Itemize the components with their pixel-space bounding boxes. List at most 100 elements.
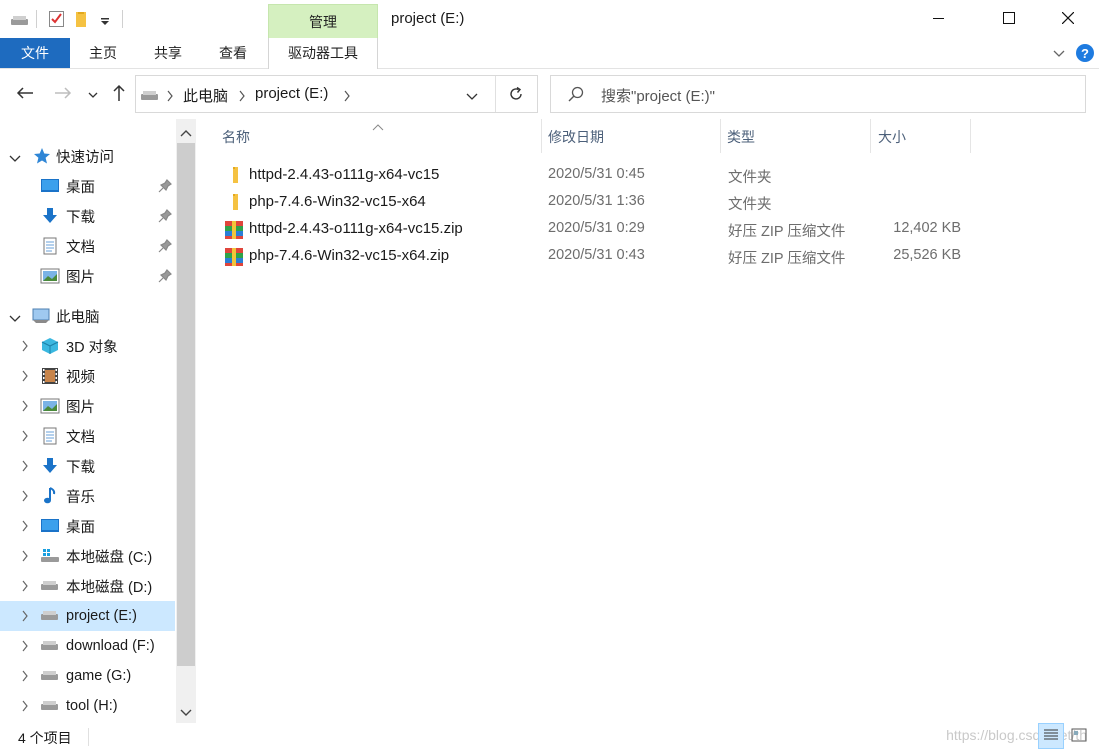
ribbon-tab-bar: 文件 主页 共享 查看 驱动器工具 ? bbox=[0, 38, 1099, 69]
nav-drive-d[interactable]: 本地磁盘 (D:) bbox=[0, 571, 175, 601]
tab-view[interactable]: 查看 bbox=[210, 38, 256, 68]
file-row[interactable]: php-7.4.6-Win32-vc15-x64.zip 2020/5/31 0… bbox=[219, 243, 979, 270]
drive-icon bbox=[40, 636, 60, 656]
chevron-right-icon[interactable] bbox=[18, 451, 32, 481]
chevron-right-icon[interactable] bbox=[18, 361, 32, 391]
nav-drive-c[interactable]: 本地磁盘 (C:) bbox=[0, 541, 175, 571]
column-header-size[interactable]: 大小 bbox=[878, 119, 968, 155]
nav-drive-f[interactable]: download (F:) bbox=[0, 631, 175, 661]
file-row[interactable]: httpd-2.4.43-o111g-x64-vc15.zip 2020/5/3… bbox=[219, 216, 979, 243]
manage-context-tab-header[interactable]: 管理 bbox=[268, 4, 378, 38]
file-name[interactable]: httpd-2.4.43-o111g-x64-vc15 bbox=[249, 166, 439, 183]
drive-icon[interactable] bbox=[10, 14, 30, 30]
column-header-name[interactable]: 名称 bbox=[222, 119, 537, 155]
details-view-button[interactable] bbox=[1038, 723, 1064, 749]
pin-icon[interactable] bbox=[158, 239, 172, 256]
file-row[interactable]: httpd-2.4.43-o111g-x64-vc15 2020/5/31 0:… bbox=[219, 162, 979, 189]
close-button[interactable] bbox=[1045, 0, 1091, 38]
nav-scrollbar[interactable] bbox=[176, 119, 196, 723]
nav-this-pc[interactable]: 此电脑 bbox=[0, 301, 175, 331]
scroll-up-arrow-icon[interactable] bbox=[180, 125, 192, 141]
tab-home[interactable]: 主页 bbox=[80, 38, 126, 68]
chevron-right-icon[interactable] bbox=[18, 661, 32, 691]
chevron-right-icon[interactable] bbox=[18, 541, 32, 571]
nav-3d-objects[interactable]: 3D 对象 bbox=[0, 331, 175, 361]
forward-button[interactable] bbox=[50, 82, 76, 106]
breadcrumb-separator-icon[interactable] bbox=[238, 89, 246, 105]
back-button[interactable] bbox=[12, 82, 38, 106]
recent-locations-button[interactable] bbox=[84, 82, 102, 106]
column-divider[interactable] bbox=[720, 119, 721, 153]
file-list: 名称 修改日期 类型 大小 httpd-2.4.43-o111g-x64-vc1… bbox=[205, 119, 1099, 723]
column-header-type[interactable]: 类型 bbox=[727, 119, 867, 155]
breadcrumb-this-pc[interactable]: 此电脑 bbox=[183, 85, 228, 106]
file-name[interactable]: php-7.4.6-Win32-vc15-x64.zip bbox=[249, 247, 449, 264]
breadcrumb-separator-icon[interactable] bbox=[166, 89, 174, 105]
column-divider[interactable] bbox=[541, 119, 542, 153]
maximize-button[interactable] bbox=[986, 0, 1032, 38]
arrow-up-icon bbox=[112, 84, 126, 105]
nav-quick-pictures[interactable]: 图片 bbox=[0, 261, 175, 291]
nav-label: game (G:) bbox=[66, 668, 132, 684]
search-input[interactable]: 搜索"project (E:)" bbox=[601, 85, 715, 106]
chevron-right-icon[interactable] bbox=[18, 331, 32, 361]
tab-file[interactable]: 文件 bbox=[0, 38, 70, 68]
file-name[interactable]: php-7.4.6-Win32-vc15-x64 bbox=[249, 193, 426, 210]
nav-videos[interactable]: 视频 bbox=[0, 361, 175, 391]
separator bbox=[88, 728, 89, 746]
large-icons-view-button[interactable] bbox=[1066, 723, 1092, 749]
nav-quick-downloads[interactable]: 下载 bbox=[0, 201, 175, 231]
nav-drive-g[interactable]: game (G:) bbox=[0, 661, 175, 691]
chevron-expanded-icon[interactable] bbox=[9, 151, 21, 167]
address-bar[interactable]: 此电脑 project (E:) bbox=[135, 75, 538, 113]
chevron-expanded-icon[interactable] bbox=[9, 311, 21, 327]
new-folder-icon[interactable] bbox=[74, 10, 90, 31]
column-divider[interactable] bbox=[970, 119, 971, 153]
help-icon[interactable]: ? bbox=[1075, 43, 1095, 66]
chevron-right-icon[interactable] bbox=[18, 601, 32, 631]
pin-icon[interactable] bbox=[158, 269, 172, 286]
chevron-right-icon[interactable] bbox=[18, 391, 32, 421]
chevron-right-icon[interactable] bbox=[18, 631, 32, 661]
breadcrumb-project-drive[interactable]: project (E:) bbox=[255, 85, 328, 102]
drive-icon bbox=[40, 666, 60, 686]
refresh-button[interactable] bbox=[508, 86, 524, 105]
nav-desktop[interactable]: 桌面 bbox=[0, 511, 175, 541]
nav-quick-access[interactable]: 快速访问 bbox=[0, 141, 175, 171]
chevron-right-icon[interactable] bbox=[18, 691, 32, 721]
tab-share[interactable]: 共享 bbox=[145, 38, 191, 68]
file-row[interactable]: php-7.4.6-Win32-vc15-x64 2020/5/31 1:36 … bbox=[219, 189, 979, 216]
nav-quick-desktop[interactable]: 桌面 bbox=[0, 171, 175, 201]
nav-downloads[interactable]: 下载 bbox=[0, 451, 175, 481]
up-button[interactable] bbox=[108, 82, 130, 106]
search-box[interactable]: 搜索"project (E:)" bbox=[550, 75, 1086, 113]
tab-drive-tools[interactable]: 驱动器工具 bbox=[268, 38, 378, 69]
chevron-right-icon[interactable] bbox=[18, 421, 32, 451]
scroll-down-arrow-icon[interactable] bbox=[180, 705, 192, 721]
nav-drive-h[interactable]: tool (H:) bbox=[0, 691, 175, 721]
nav-label: 下载 bbox=[66, 459, 95, 476]
expand-ribbon-chevron-icon[interactable] bbox=[1052, 46, 1066, 63]
nav-documents[interactable]: 文档 bbox=[0, 421, 175, 451]
breadcrumb-separator-icon[interactable] bbox=[343, 89, 351, 105]
chevron-right-icon[interactable] bbox=[18, 511, 32, 541]
minimize-button[interactable] bbox=[916, 0, 962, 38]
pin-icon[interactable] bbox=[158, 209, 172, 226]
customize-toolbar-dropdown-icon[interactable] bbox=[100, 14, 110, 30]
scrollbar-thumb[interactable] bbox=[177, 143, 195, 666]
drive-icon bbox=[40, 696, 60, 716]
nav-pictures[interactable]: 图片 bbox=[0, 391, 175, 421]
nav-label: 本地磁盘 (C:) bbox=[66, 549, 153, 566]
properties-checkmark-icon[interactable] bbox=[48, 10, 66, 31]
address-history-dropdown[interactable] bbox=[466, 89, 478, 105]
document-icon bbox=[40, 426, 60, 446]
column-divider[interactable] bbox=[870, 119, 871, 153]
file-name[interactable]: httpd-2.4.43-o111g-x64-vc15.zip bbox=[249, 220, 463, 237]
chevron-right-icon[interactable] bbox=[18, 571, 32, 601]
chevron-right-icon[interactable] bbox=[18, 481, 32, 511]
nav-quick-documents[interactable]: 文档 bbox=[0, 231, 175, 261]
nav-music[interactable]: 音乐 bbox=[0, 481, 175, 511]
nav-drive-e[interactable]: project (E:) bbox=[0, 601, 175, 631]
column-header-date[interactable]: 修改日期 bbox=[548, 119, 718, 155]
pin-icon[interactable] bbox=[158, 179, 172, 196]
